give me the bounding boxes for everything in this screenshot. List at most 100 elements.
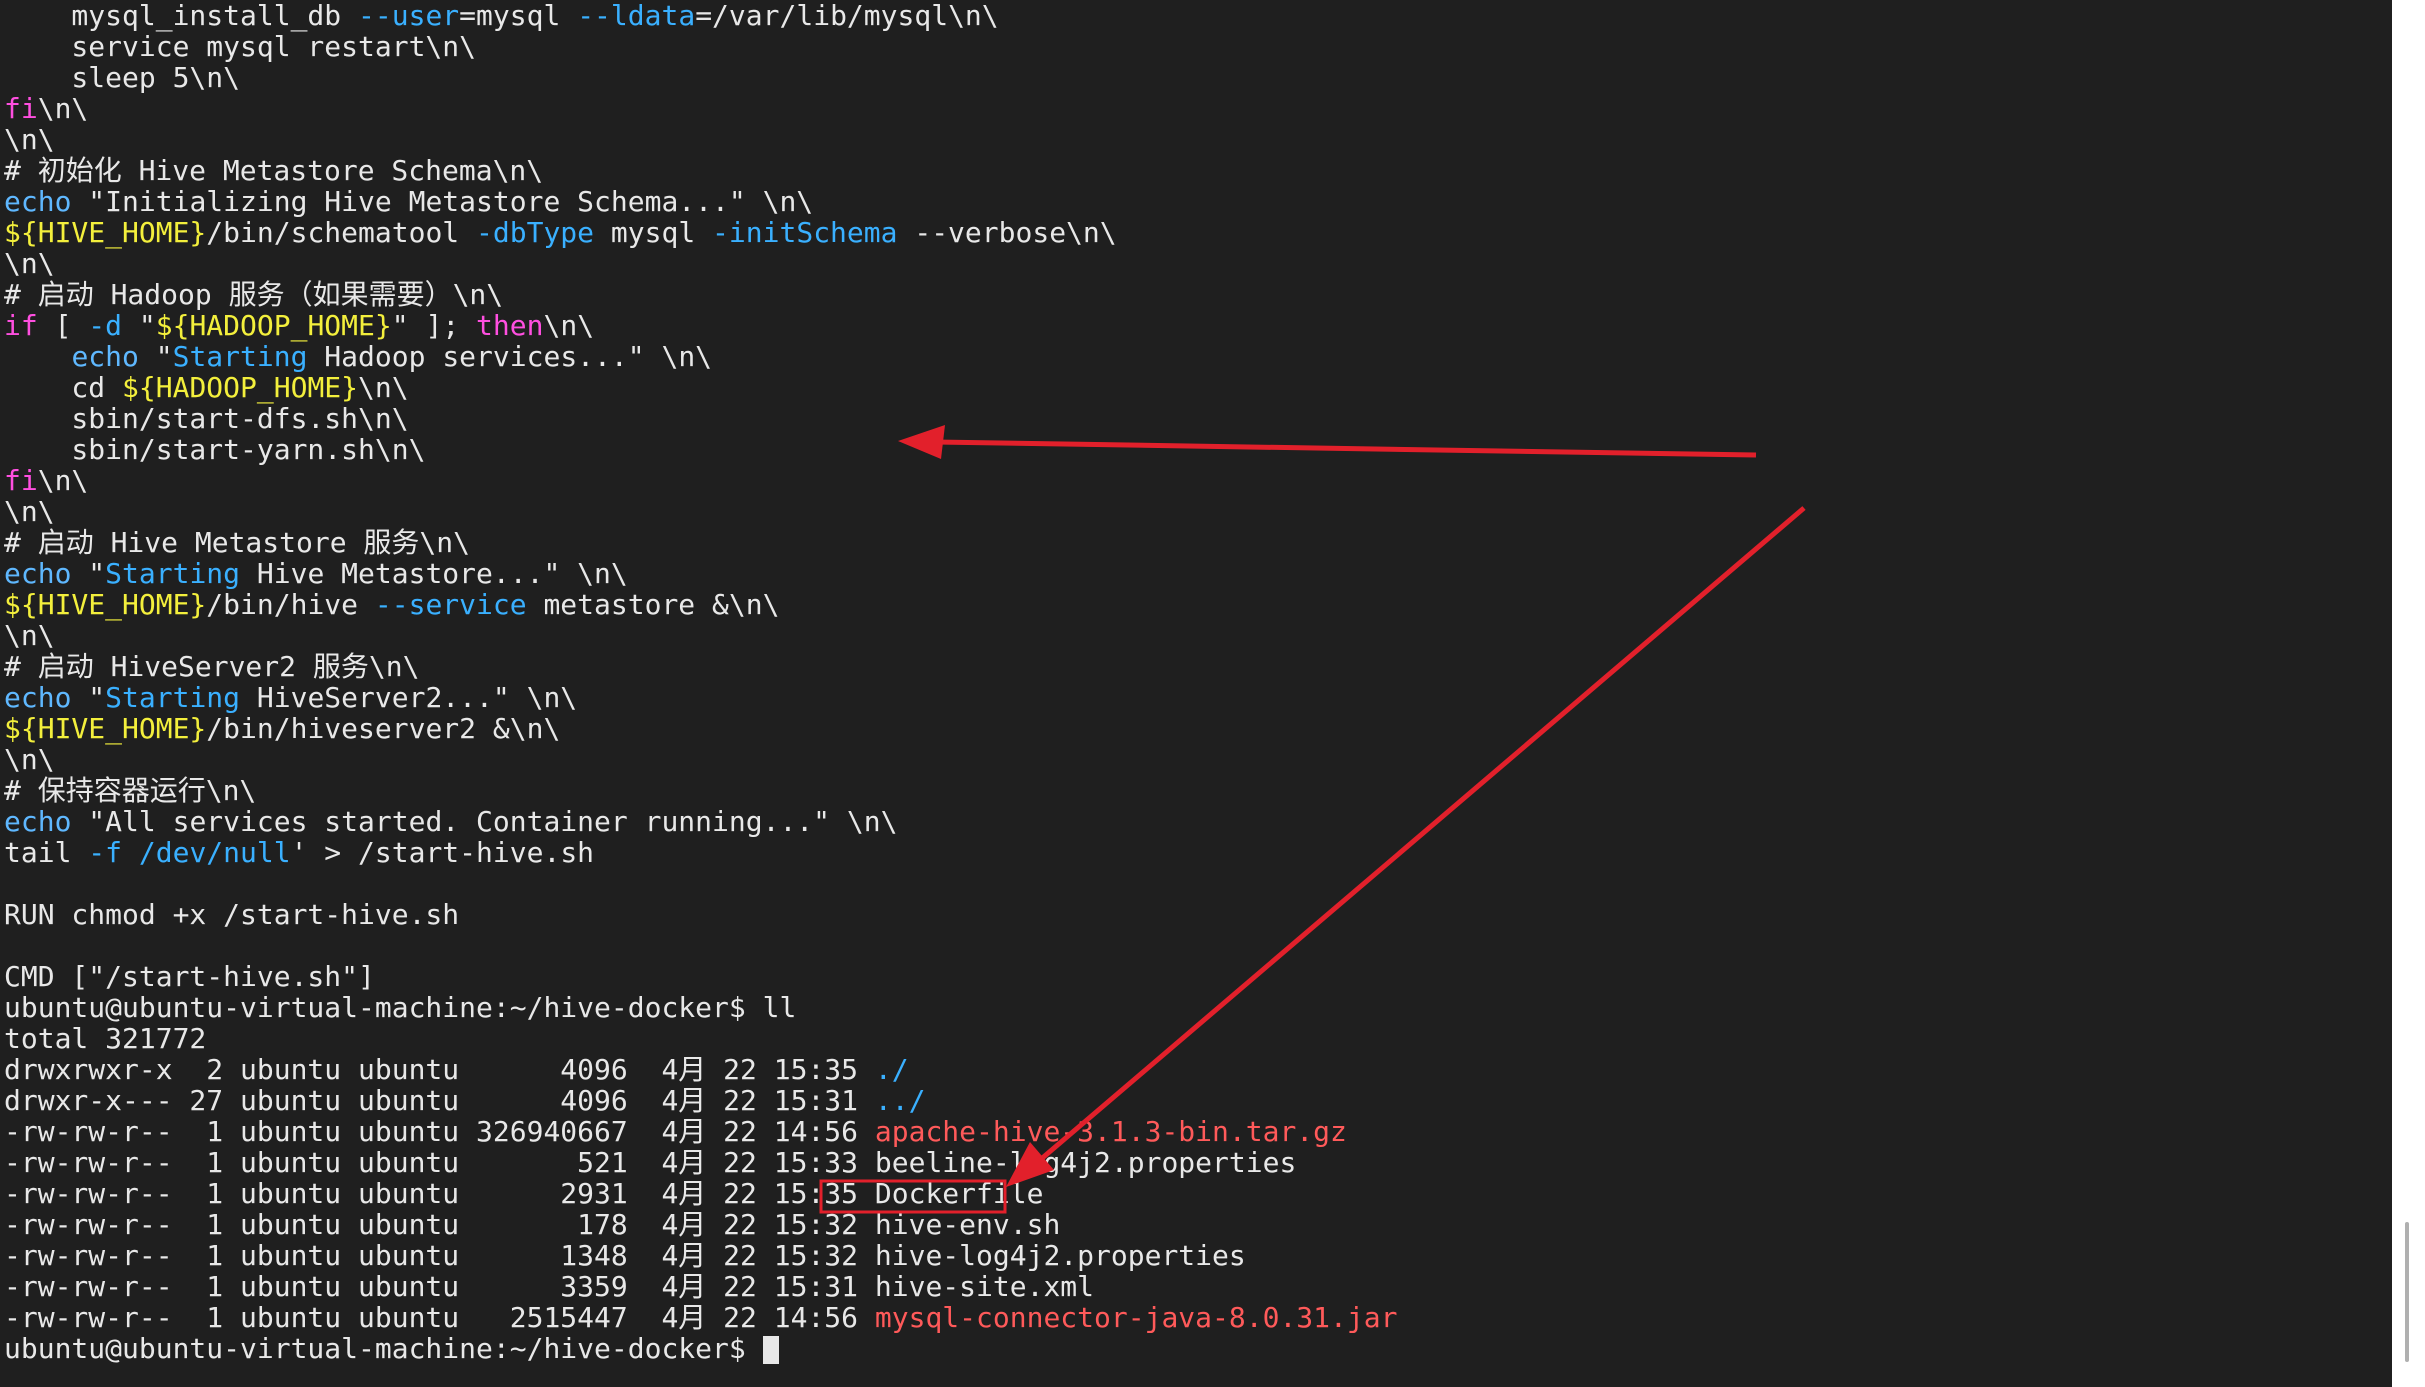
terminal-text: ' > /start-hive.sh <box>290 836 595 869</box>
terminal-text: ${HADOOP_HOME} <box>122 371 359 404</box>
terminal-line: fi\n\ <box>4 465 1397 496</box>
terminal-text: " ]; <box>391 309 477 342</box>
terminal-line: # 保持容器运行\n\ <box>4 775 1397 806</box>
terminal-text: /bin/hive <box>206 588 375 621</box>
terminal-text: Starting <box>105 557 241 590</box>
terminal-text: drwxr-x--- 27 ubuntu ubuntu 4096 4月 22 1… <box>4 1084 875 1117</box>
terminal-line: CMD ["/start-hive.sh"] <box>4 961 1397 992</box>
terminal-line: echo "Starting HiveServer2..." \n\ <box>4 682 1397 713</box>
terminal-text: -rw-rw-r-- 1 ubuntu ubuntu 521 4月 22 15:… <box>4 1146 1297 1179</box>
terminal-text: " <box>122 309 156 342</box>
terminal-line: drwxrwxr-x 2 ubuntu ubuntu 4096 4月 22 15… <box>4 1054 1397 1085</box>
text-cursor <box>762 1336 779 1364</box>
terminal-text: -rw-rw-r-- 1 ubuntu ubuntu 326940667 4月 … <box>4 1115 875 1148</box>
terminal-line: sbin/start-dfs.sh\n\ <box>4 403 1397 434</box>
terminal-text: echo <box>4 557 72 590</box>
terminal-text: Starting <box>172 340 308 373</box>
terminal-text: --service <box>374 588 527 621</box>
terminal-text: --user <box>358 0 460 32</box>
terminal-line: -rw-rw-r-- 1 ubuntu ubuntu 1348 4月 22 15… <box>4 1240 1397 1271</box>
terminal-text: Dockerfile <box>874 1177 1044 1210</box>
terminal-line: drwxr-x--- 27 ubuntu ubuntu 4096 4月 22 1… <box>4 1085 1397 1116</box>
terminal-line: mysql_install_db --user=mysql --ldata=/v… <box>4 0 1397 31</box>
terminal-text: sleep 5\n\ <box>4 61 241 94</box>
terminal-text: # 初始化 Hive Metastore Schema\n\ <box>4 154 544 187</box>
terminal-line: ${HIVE_HOME}/bin/hiveserver2 &\n\ <box>4 713 1397 744</box>
terminal-text: [ <box>37 309 89 342</box>
terminal-line: # 启动 HiveServer2 服务\n\ <box>4 651 1397 682</box>
terminal-text: /bin/hiveserver2 &\n\ <box>206 712 561 745</box>
terminal-text: " <box>71 681 106 714</box>
terminal-text: ubuntu@ubuntu-virtual-machine:~/hive-doc… <box>4 991 797 1024</box>
terminal-text: echo <box>4 185 72 218</box>
terminal-text: # 启动 Hadoop 服务（如果需要）\n\ <box>4 278 504 311</box>
terminal-line: echo "All services started. Container ru… <box>4 806 1397 837</box>
terminal-text: -rw-rw-r-- 1 ubuntu ubuntu 2515447 4月 22… <box>4 1301 875 1334</box>
terminal-text: /dev/null <box>138 836 291 869</box>
terminal-line: \n\ <box>4 620 1397 651</box>
terminal-text: total 321772 <box>4 1022 207 1055</box>
terminal-line: # 启动 Hive Metastore 服务\n\ <box>4 527 1397 558</box>
terminal-text: apache-hive-3.1.3-bin.tar.gz <box>874 1115 1347 1148</box>
terminal-text: ubuntu@ubuntu-virtual-machine:~/hive-doc… <box>4 1332 763 1365</box>
terminal-text: if <box>4 309 38 342</box>
terminal-line: total 321772 <box>4 1023 1397 1054</box>
terminal-window[interactable]: mysql_install_db --user=mysql --ldata=/v… <box>0 0 2392 1387</box>
terminal-line: ${HIVE_HOME}/bin/schematool -dbType mysq… <box>4 217 1397 248</box>
terminal-text: mysql-connector-java-8.0.31.jar <box>874 1301 1398 1334</box>
terminal-line: echo "Starting Hive Metastore..." \n\ <box>4 558 1397 589</box>
terminal-text: \n\ <box>4 619 55 652</box>
terminal-text: ${HIVE_HOME} <box>4 712 207 745</box>
terminal-line: echo "Initializing Hive Metastore Schema… <box>4 186 1397 217</box>
terminal-text: =/var/lib/mysql\n\ <box>695 0 999 32</box>
terminal-text: ${HADOOP_HOME} <box>155 309 392 342</box>
terminal-text: -rw-rw-r-- 1 ubuntu ubuntu 1348 4月 22 15… <box>4 1239 1246 1272</box>
terminal-text: /bin/schematool <box>206 216 477 249</box>
scrollbar-thumb[interactable] <box>2405 1222 2409 1362</box>
terminal-output: mysql_install_db --user=mysql --ldata=/v… <box>4 0 1397 1364</box>
terminal-text: echo <box>4 681 72 714</box>
terminal-text: -rw-rw-r-- 1 ubuntu ubuntu 178 4月 22 15:… <box>4 1208 1061 1241</box>
terminal-text: \n\ <box>37 464 89 497</box>
terminal-text: # 保持容器运行\n\ <box>4 774 257 807</box>
terminal-text: ${HIVE_HOME} <box>4 216 207 249</box>
terminal-text: \n\ <box>358 371 409 404</box>
terminal-text: metastore &\n\ <box>526 588 780 621</box>
scrollbar-track[interactable] <box>2392 0 2425 1387</box>
terminal-text: -dbType <box>476 216 595 249</box>
terminal-text: mysql <box>594 216 713 249</box>
terminal-line: \n\ <box>4 744 1397 775</box>
terminal-text: \n\ <box>543 309 595 342</box>
terminal-text: -rw-rw-r-- 1 ubuntu ubuntu 2931 4月 22 15… <box>4 1177 875 1210</box>
terminal-line: sbin/start-yarn.sh\n\ <box>4 434 1397 465</box>
terminal-line: if [ -d "${HADOOP_HOME}" ]; then\n\ <box>4 310 1397 341</box>
terminal-text: fi <box>4 464 38 497</box>
terminal-text: service mysql restart\n\ <box>4 30 477 63</box>
terminal-line: -rw-rw-r-- 1 ubuntu ubuntu 2931 4月 22 15… <box>4 1178 1397 1209</box>
terminal-text: -rw-rw-r-- 1 ubuntu ubuntu 3359 4月 22 15… <box>4 1270 1095 1303</box>
terminal-text: "All services started. Container running… <box>71 805 898 838</box>
terminal-line: fi\n\ <box>4 93 1397 124</box>
terminal-text: fi <box>4 92 38 125</box>
terminal-text: \n\ <box>4 247 55 280</box>
terminal-text: --verbose\n\ <box>897 216 1117 249</box>
terminal-line: cd ${HADOOP_HOME}\n\ <box>4 372 1397 403</box>
terminal-line: \n\ <box>4 496 1397 527</box>
terminal-text: CMD ["/start-hive.sh"] <box>4 960 375 993</box>
terminal-line: tail -f /dev/null' > /start-hive.sh <box>4 837 1397 868</box>
terminal-text: =mysql <box>459 0 578 32</box>
terminal-text: mysql_install_db <box>4 0 359 32</box>
terminal-text: -initSchema <box>712 216 898 249</box>
terminal-text: tail <box>4 836 89 869</box>
terminal-text: \n\ <box>37 92 89 125</box>
terminal-text: echo <box>4 805 72 838</box>
terminal-text: sbin/start-yarn.sh\n\ <box>4 433 426 466</box>
terminal-line: service mysql restart\n\ <box>4 31 1397 62</box>
terminal-line: echo "Starting Hadoop services..." \n\ <box>4 341 1397 372</box>
terminal-line: RUN chmod +x /start-hive.sh <box>4 899 1397 930</box>
terminal-text: --ldata <box>577 0 696 32</box>
terminal-text: Hive Metastore..." \n\ <box>240 557 628 590</box>
